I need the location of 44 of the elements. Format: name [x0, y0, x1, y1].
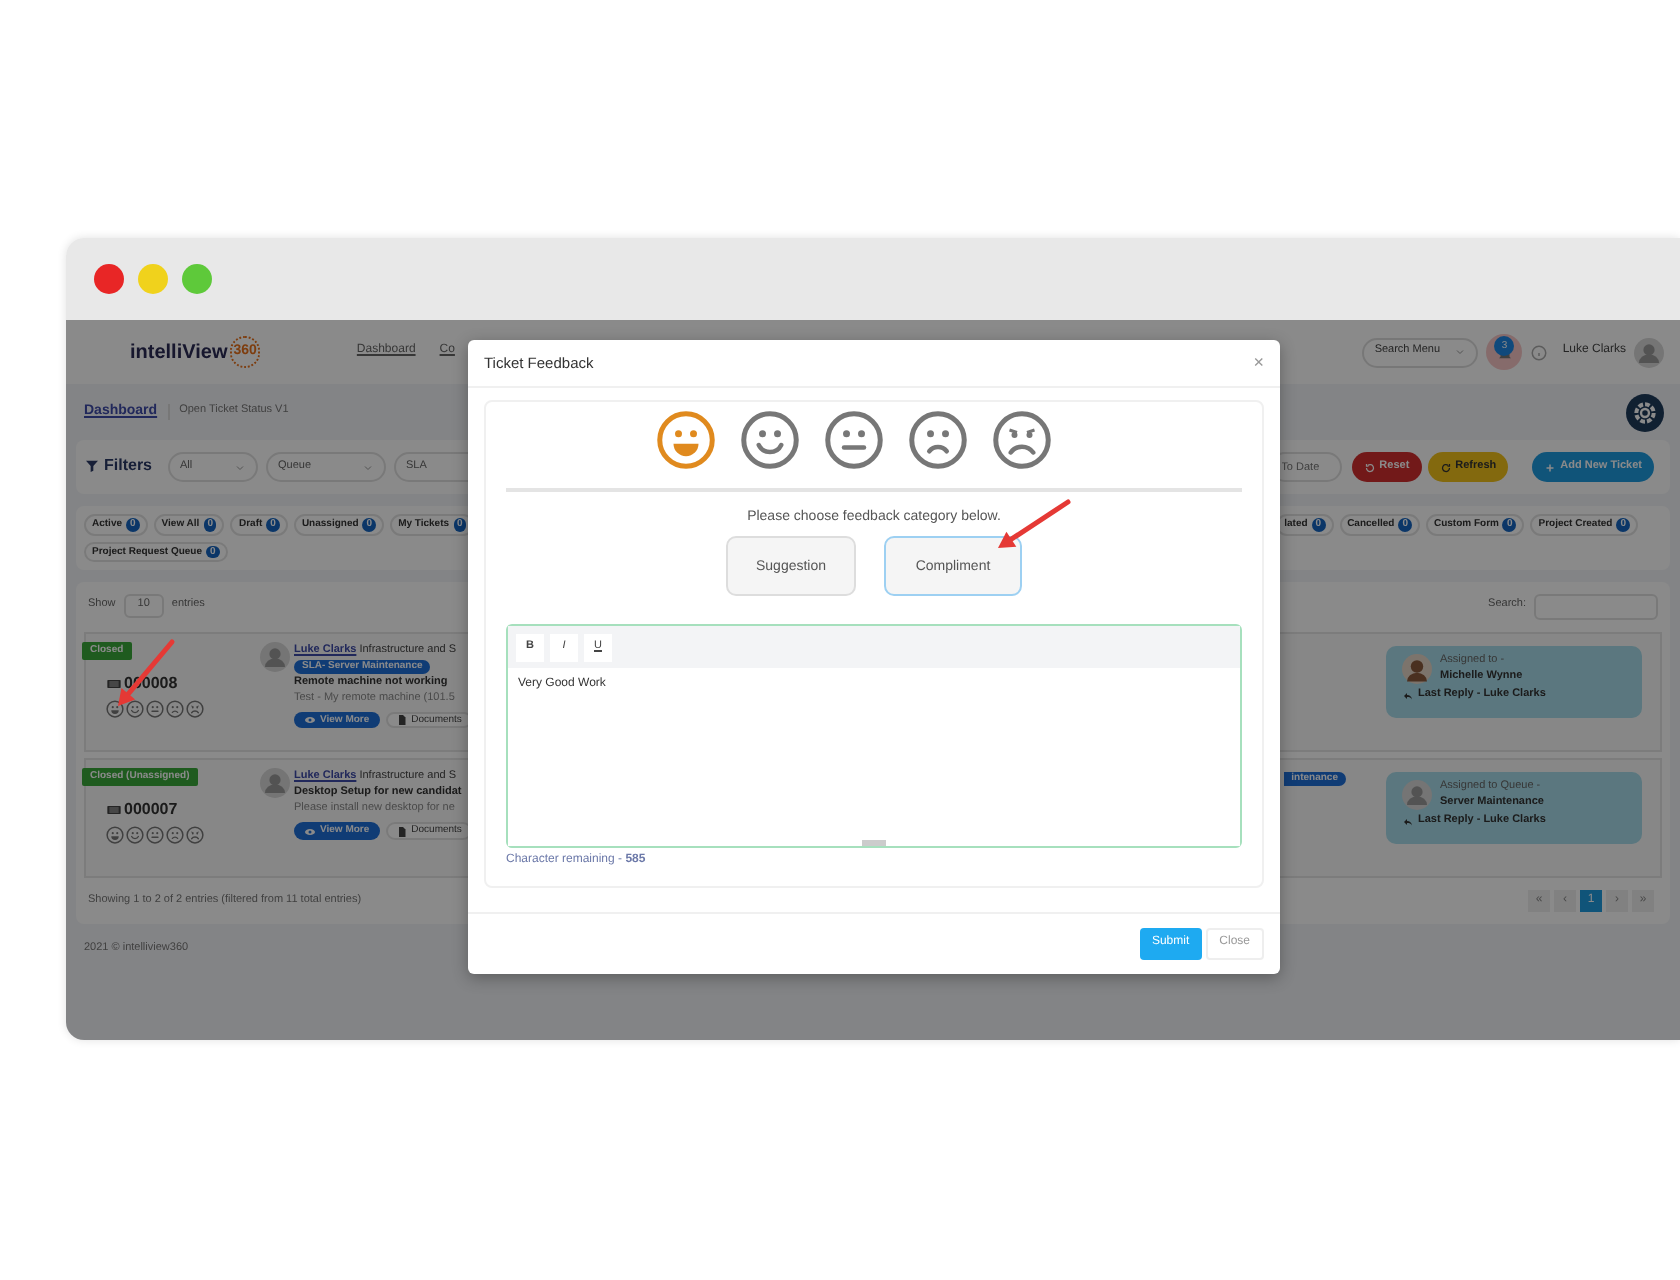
info-icon [1530, 343, 1549, 361]
filters-title: Filters [104, 456, 153, 478]
rating-face-icon[interactable] [992, 410, 1052, 470]
chevron-icon [362, 461, 375, 473]
rating-face-icon [106, 699, 124, 718]
eye-icon [304, 825, 316, 838]
ticket-icon [106, 675, 122, 692]
requester-avatar [260, 768, 290, 798]
rating-face-icon[interactable] [908, 410, 968, 470]
settings-icon [1626, 393, 1664, 431]
filter-icon [84, 458, 100, 475]
chevron-icon [1454, 346, 1467, 358]
assignee-avatar [1402, 780, 1432, 810]
rating-face-icon [166, 825, 184, 844]
document-icon [395, 825, 408, 838]
rating-face-icon [186, 699, 204, 718]
rating-face-icon [146, 825, 164, 844]
undo-icon [1363, 461, 1376, 473]
rating-face-icon [106, 825, 124, 844]
rating-face-icon[interactable] [824, 410, 884, 470]
rating-face-icon [166, 699, 184, 718]
close-button[interactable]: × [1253, 351, 1264, 375]
minimize-dot[interactable] [138, 264, 168, 294]
user-avatar [1634, 337, 1664, 367]
plus-icon [1544, 461, 1557, 473]
maximize-dot[interactable] [182, 264, 212, 294]
assignee-avatar [1402, 654, 1432, 684]
logo-text: intelliView [130, 339, 228, 365]
annotation-arrow [998, 499, 1071, 548]
chevron-icon [234, 461, 247, 473]
rating-face-icon [126, 699, 144, 718]
rating-face-icon [186, 825, 204, 844]
rating-face-icon [146, 699, 164, 718]
rating-face-icon[interactable] [740, 410, 800, 470]
redo-icon [1439, 461, 1452, 473]
close-dot[interactable] [94, 264, 124, 294]
reply-icon [1402, 815, 1414, 828]
ticket-number: 000007 [124, 799, 178, 820]
document-icon [395, 714, 408, 727]
reply-icon [1402, 689, 1414, 702]
rating-face-icon [126, 825, 144, 844]
rating-face-icon[interactable] [656, 410, 716, 470]
requester-avatar [260, 642, 290, 672]
eye-icon [304, 714, 316, 727]
